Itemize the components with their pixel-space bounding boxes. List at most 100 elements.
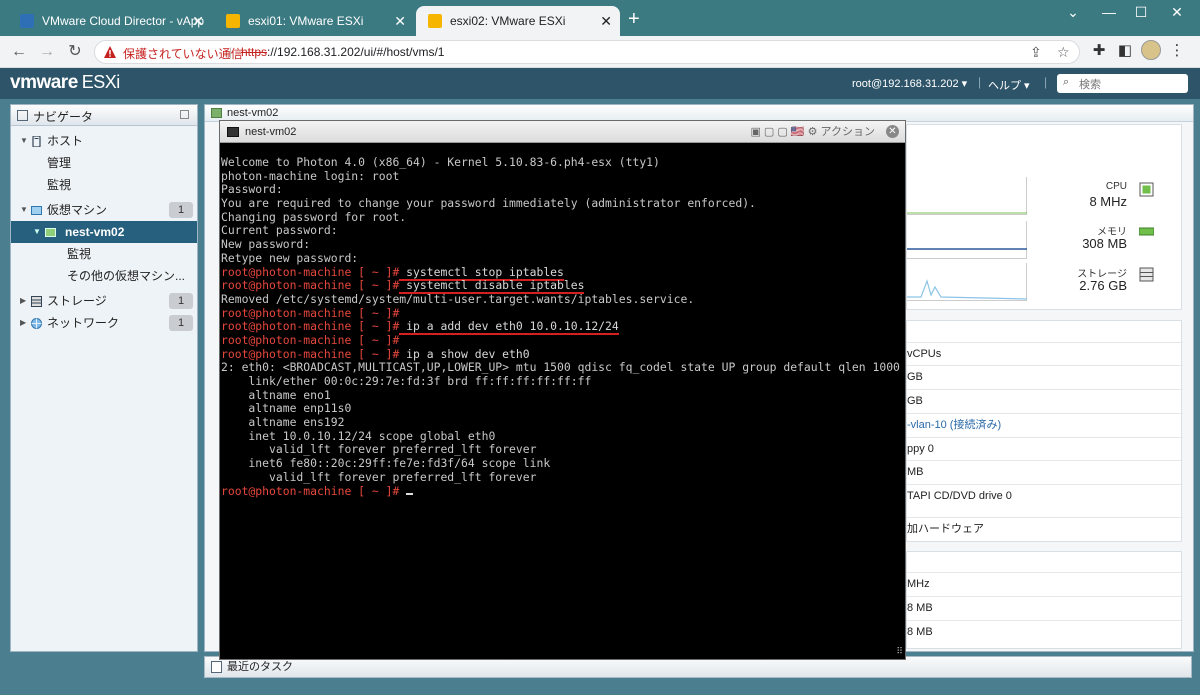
terminal-line: Welcome to Photon 4.0 (x86_64) - Kernel … — [221, 156, 660, 169]
new-tab-button[interactable]: + — [628, 8, 640, 30]
url-text[interactable]: https://192.168.31.202/ui/#/host/vms/1 — [241, 45, 444, 59]
hw-row-floppy: ppy 0 — [907, 437, 1183, 460]
help-menu[interactable]: ヘルプ ▾ — [988, 77, 1030, 93]
close-tab-icon[interactable]: ✕ — [394, 6, 406, 36]
terminal-line: root@photon-machine [ ~ ]# systemctl sto… — [221, 264, 905, 281]
nav-item-networking[interactable]: ▶ ネットワーク 1 — [11, 312, 197, 334]
shell-command: ip a show dev eth0 — [399, 346, 530, 361]
terminal-line: link/ether 00:0c:29:7e:fd:3f brd ff:ff:f… — [221, 374, 592, 388]
hardware-config-panel: vCPUs GB GB -vlan-10 (接続済み) ppy 0 MB TAP… — [906, 320, 1183, 542]
bookmark-star-icon[interactable]: ☆ — [1057, 44, 1070, 61]
console-icon — [227, 127, 239, 137]
vmware-favicon-icon — [20, 14, 34, 28]
hw-row-cdrom: TAPI CD/DVD drive 0 — [907, 484, 1183, 507]
security-warning[interactable]: 保護されていない通信 — [123, 45, 243, 62]
tab-search-chevron-icon[interactable]: ⌄ — [1058, 4, 1088, 21]
profile-avatar[interactable] — [1141, 40, 1161, 60]
close-window-button[interactable]: ✕ — [1162, 4, 1192, 21]
hw-row-add-hardware[interactable]: 加ハードウェア — [907, 517, 1183, 540]
terminal-line: Current password: — [221, 223, 338, 238]
cpu-graph-line — [907, 212, 1027, 214]
shell-prompt: root@photon-machine [ ~ ]# — [221, 346, 400, 361]
terminal-line: inet6 fe80::20c:29ff:fe7e:fd3f/64 scope … — [221, 456, 551, 471]
nav-item-host-manage[interactable]: 管理 — [11, 152, 197, 174]
minimize-pane-icon[interactable] — [180, 110, 189, 119]
count-badge: 1 — [169, 293, 193, 309]
terminal-line: altname enp11s0 — [221, 401, 352, 416]
close-icon[interactable]: ✕ — [886, 125, 899, 138]
url-bar[interactable]: 保護されていない通信 | https://192.168.31.202/ui/#… — [94, 40, 1080, 64]
console-titlebar[interactable]: nest-vm02 ▣ ▢ ▢ 🇺🇸 ⚙ アクション ✕ — [220, 121, 905, 143]
address-toolbar: ← → ↻ 保護されていない通信 | https://192.168.31.20… — [0, 36, 1200, 68]
gear-icon[interactable]: ⚙ — [808, 126, 818, 138]
forward-button[interactable]: → — [36, 41, 58, 63]
text-cursor — [406, 492, 414, 495]
user-menu[interactable]: root@192.168.31.202 ▾ — [852, 77, 967, 90]
esxi-favicon-icon — [428, 14, 442, 28]
nav-item-storage[interactable]: ▶ ストレージ 1 — [11, 290, 197, 312]
side-panel-icon[interactable]: ◧ — [1114, 41, 1136, 59]
collapse-arrow-icon[interactable]: ▶ — [20, 290, 26, 312]
collapse-arrow-icon[interactable]: ▶ — [20, 312, 26, 334]
vm-console-window[interactable]: nest-vm02 ▣ ▢ ▢ 🇺🇸 ⚙ アクション ✕ Welcome to … — [219, 120, 906, 660]
reload-button[interactable]: ↻ — [64, 41, 86, 63]
navigator-icon — [17, 110, 28, 121]
expand-arrow-icon[interactable]: ▼ — [20, 199, 28, 221]
tab-title: esxi02: VMware ESXi — [450, 14, 566, 28]
shell-prompt: root@photon-machine [ ~ ]# — [221, 332, 400, 347]
close-tab-icon[interactable]: ✕ — [600, 6, 612, 36]
console-window-icon[interactable]: ▢ — [777, 126, 787, 138]
hw-row-network-link[interactable]: -vlan-10 (接続済み) — [907, 413, 1183, 436]
nav-item-nest-vm02[interactable]: ▼ nest-vm02 — [11, 221, 197, 243]
terminal-line: root@photon-machine [ ~ ]# systemctl dis… — [221, 278, 905, 295]
nav-item-host[interactable]: ▼ ホスト — [11, 130, 197, 152]
terminal-line: altname eno1 — [221, 387, 331, 402]
terminal-line: root@photon-machine [ ~ ]# — [221, 305, 905, 321]
vm-icon — [31, 206, 42, 215]
hw-row-cpu: vCPUs — [907, 342, 1183, 365]
shell-command: ip a add dev eth0 10.0.10.12/24 — [399, 319, 619, 336]
terminal-line: photon-machine login: root — [221, 168, 400, 183]
browser-tab-cloud-director[interactable]: VMware Cloud Director - vApp ✕ — [8, 6, 212, 36]
nav-item-more-vms[interactable]: その他の仮想マシン... — [11, 265, 197, 287]
back-button[interactable]: ← — [8, 41, 30, 63]
browser-tab-esxi01[interactable]: esxi01: VMware ESXi ✕ — [214, 6, 414, 36]
browser-tab-esxi02[interactable]: esxi02: VMware ESXi ✕ — [416, 6, 620, 36]
extensions-puzzle-icon[interactable]: ✚ — [1088, 41, 1110, 59]
header-divider: | — [978, 75, 982, 89]
console-window-icon[interactable]: ▢ — [764, 126, 774, 138]
cpu-chip-icon — [1139, 182, 1154, 197]
close-tab-icon[interactable]: ✕ — [192, 6, 204, 36]
terminal-line: New password: — [221, 237, 311, 252]
console-window-icon[interactable]: ▣ — [750, 126, 760, 138]
expand-arrow-icon[interactable]: ▼ — [33, 221, 41, 243]
terminal-output[interactable]: Welcome to Photon 4.0 (x86_64) - Kernel … — [220, 156, 905, 659]
resize-grip-icon[interactable]: ⠿ — [896, 646, 903, 657]
storage-disk-icon — [1139, 267, 1154, 282]
minimize-button[interactable]: — — [1094, 4, 1124, 20]
console-toolbar: ▣ ▢ ▢ 🇺🇸 ⚙ アクション — [750, 121, 875, 143]
terminal-line: valid_lft forever preferred_lft forever — [221, 442, 537, 457]
tab-title: esxi01: VMware ESXi — [248, 14, 364, 28]
shell-prompt: root@photon-machine [ ~ ]# — [221, 278, 400, 293]
terminal-line: valid_lft forever preferred_lft forever — [221, 469, 537, 484]
maximize-button[interactable]: ☐ — [1126, 4, 1156, 21]
shell-prompt: root@photon-machine [ ~ ]# — [221, 305, 400, 320]
console-actions-menu[interactable]: アクション — [821, 126, 875, 138]
menu-kebab-icon[interactable]: ⋮ — [1166, 41, 1188, 59]
nav-item-host-monitor[interactable]: 監視 — [11, 174, 197, 196]
hw-row-video: MB — [907, 460, 1183, 483]
expand-arrow-icon[interactable]: ▼ — [20, 130, 28, 152]
storage-graph-line — [907, 279, 1028, 300]
network-globe-icon — [31, 318, 42, 329]
share-icon[interactable]: ⇪ — [1030, 44, 1042, 61]
nav-item-vms[interactable]: ▼ 仮想マシン 1 — [11, 199, 197, 221]
keyboard-flag-icon[interactable]: 🇺🇸 — [791, 126, 805, 138]
search-input[interactable]: ⌕ 検索 — [1057, 74, 1188, 93]
cpu-label: CPU — [1105, 181, 1127, 192]
header-divider: | — [1044, 75, 1048, 89]
cpu-value: 8 MHz — [1089, 194, 1127, 209]
nav-item-vm-monitor[interactable]: 監視 — [11, 243, 197, 265]
tasks-icon — [211, 661, 222, 673]
hw-row-memory: GB — [907, 365, 1183, 388]
